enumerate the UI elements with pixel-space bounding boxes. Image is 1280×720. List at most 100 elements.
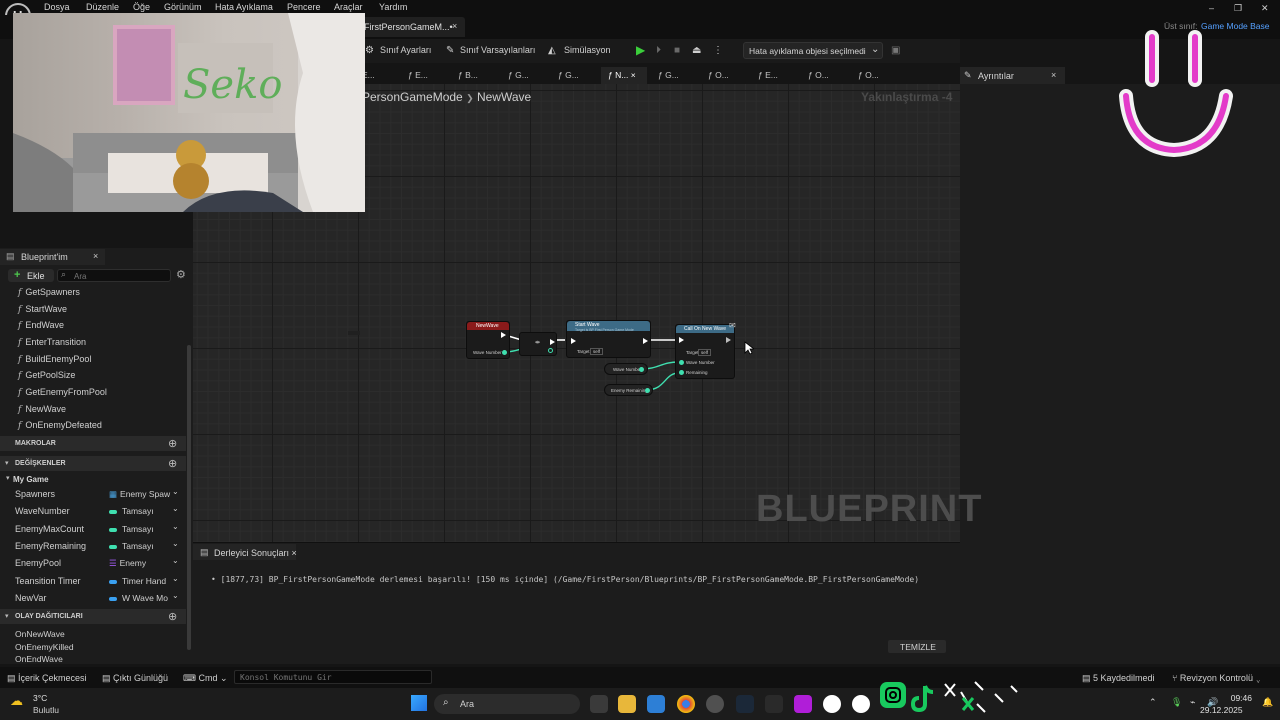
variable-name[interactable]: EnemyRemaining	[15, 541, 86, 551]
file-explorer-icon[interactable]	[618, 695, 636, 713]
variable-name[interactable]: EnemyPool	[15, 558, 61, 568]
variable-name[interactable]: WaveNumber	[15, 506, 70, 516]
class-settings-button[interactable]: Sınıf Ayarları	[380, 45, 431, 55]
gear-icon[interactable]: ⚙	[176, 268, 186, 281]
self-field[interactable]: self	[698, 349, 712, 356]
menu-help[interactable]: Yardım	[379, 2, 407, 12]
function-item[interactable]: f StartWave	[18, 304, 67, 315]
play-icon[interactable]: ▶	[636, 43, 645, 57]
function-item[interactable]: f GetSpawners	[18, 287, 80, 298]
chevron-up-icon[interactable]: ⌃	[1149, 697, 1157, 708]
function-node-call-on-new-wave[interactable]: Call On New Wave Target self Wave Number…	[675, 324, 735, 379]
add-variable-icon[interactable]: ⊕	[168, 457, 177, 470]
menu-file[interactable]: Dosya	[44, 2, 70, 12]
cmd-button[interactable]: ⌨ Cmd ⌄	[183, 673, 228, 684]
graph-tab[interactable]: ƒ E...	[758, 70, 778, 80]
variable-type[interactable]: ▦ Enemy Spaw	[109, 489, 170, 500]
menu-window[interactable]: Pencere	[287, 2, 321, 12]
graph-tab[interactable]: ƒ E...	[408, 70, 428, 80]
menu-edit[interactable]: Düzenle	[86, 2, 119, 12]
epic-games-icon[interactable]	[765, 695, 783, 713]
clock-time[interactable]: 09:46	[1219, 693, 1252, 703]
network-icon[interactable]: ⌁	[1190, 697, 1195, 708]
chevron-down-icon[interactable]: ⌄	[172, 487, 179, 496]
scrollbar[interactable]	[187, 345, 191, 650]
minimize-icon[interactable]: –	[1209, 3, 1214, 13]
reroute-node[interactable]: ⇹	[519, 332, 557, 356]
unreal-engine-icon[interactable]	[852, 695, 870, 713]
variable-name[interactable]: Spawners	[15, 489, 55, 499]
compiler-close-icon[interactable]: ×	[292, 548, 297, 558]
menu-view[interactable]: Görünüm	[164, 2, 202, 12]
dispatcher-item[interactable]: OnNewWave	[15, 629, 65, 639]
chevron-down-icon[interactable]: ⌄	[172, 522, 179, 531]
exec-out-pin[interactable]	[501, 332, 506, 338]
unsaved-button[interactable]: ▤ 5 Kaydedilmedi	[1082, 673, 1155, 684]
variable-category[interactable]: My Game	[13, 475, 49, 484]
chevron-down-icon[interactable]: ⌄	[172, 591, 179, 600]
variable-type[interactable]: W Wave Mo	[109, 593, 168, 603]
app-icon[interactable]	[794, 695, 812, 713]
menu-debug[interactable]: Hata Ayıklama	[215, 2, 273, 12]
steam-icon[interactable]	[736, 695, 754, 713]
chevron-down-icon[interactable]: ⌄	[172, 539, 179, 548]
function-item[interactable]: f GetPoolSize	[18, 370, 75, 381]
menu-asset[interactable]: Öğe	[133, 2, 150, 12]
windows-start-icon[interactable]	[411, 695, 427, 711]
chevron-down-icon[interactable]: ⌄	[172, 556, 179, 565]
simulation-button[interactable]: Simülasyon	[564, 45, 611, 55]
graph-tab[interactable]: ƒ O...	[708, 70, 729, 80]
github-icon[interactable]	[706, 695, 724, 713]
clock-date[interactable]: 29.12.2025	[1200, 705, 1243, 715]
variable-type[interactable]: Tamsayı	[109, 524, 154, 534]
close-icon[interactable]: ✕	[1261, 3, 1269, 14]
search-input[interactable]	[74, 271, 168, 281]
graph-tab[interactable]: ƒ O...	[808, 70, 829, 80]
data-pin[interactable]	[645, 388, 650, 393]
data-pin[interactable]	[502, 350, 507, 355]
variable-type[interactable]: ☰ Enemy	[109, 558, 146, 569]
chevron-down-icon[interactable]: ⌄	[172, 574, 179, 583]
exec-in-pin[interactable]	[679, 337, 684, 343]
variable-type[interactable]: Timer Hand	[109, 576, 166, 586]
microphone-icon[interactable]: 🎙	[1171, 697, 1182, 708]
unreal-engine-icon[interactable]	[823, 695, 841, 713]
task-view-icon[interactable]	[590, 695, 608, 713]
graph-tab[interactable]: ƒ G...	[558, 70, 579, 80]
function-item[interactable]: f BuildEnemyPool	[18, 354, 91, 365]
data-pin[interactable]	[679, 370, 684, 375]
getter-node-wave-number[interactable]: Wave Number	[604, 363, 648, 375]
add-macro-icon[interactable]: ⊕	[168, 437, 177, 450]
function-item[interactable]: f NewWave	[18, 404, 66, 415]
maximize-icon[interactable]: ❐	[1234, 3, 1242, 14]
getter-node-enemy-remaining[interactable]: Enemy Remaining	[604, 384, 653, 396]
debug-browse-icon[interactable]: ▣	[891, 45, 900, 56]
revision-control-button[interactable]: ⑂ Revizyon Kontrolü ⌄	[1172, 673, 1261, 683]
variable-type[interactable]: Tamsayı	[109, 506, 154, 516]
variable-name[interactable]: EnemyMaxCount	[15, 524, 84, 534]
document-tab-close-icon[interactable]: ×	[452, 21, 457, 31]
function-item[interactable]: f EndWave	[18, 320, 64, 331]
graph-tab[interactable]: ƒ B...	[458, 70, 478, 80]
exec-out-pin[interactable]	[550, 339, 555, 345]
graph-tab[interactable]: ƒ G...	[658, 70, 679, 80]
chevron-down-icon[interactable]: ⌄	[172, 504, 179, 513]
graph-tab[interactable]: ƒ O...	[858, 70, 879, 80]
dispatcher-item[interactable]: OnEnemyKilled	[15, 642, 74, 652]
add-dispatcher-icon[interactable]: ⊕	[168, 610, 177, 623]
variable-name[interactable]: NewVar	[15, 593, 46, 603]
dispatcher-item[interactable]: OnEndWave	[15, 654, 63, 664]
function-item[interactable]: f OnEnemyDefeated	[18, 420, 102, 431]
output-log-button[interactable]: ▤ Çıktı Günlüğü	[102, 673, 168, 684]
notification-icon[interactable]: 🔔	[1262, 697, 1273, 708]
data-pin[interactable]	[548, 348, 553, 353]
my-blueprint-close-icon[interactable]: ×	[93, 251, 98, 261]
store-icon[interactable]	[647, 695, 665, 713]
data-pin[interactable]	[679, 360, 684, 365]
class-defaults-button[interactable]: Sınıf Varsayılanları	[460, 45, 535, 55]
exec-out-pin[interactable]	[726, 337, 731, 343]
console-input[interactable]	[240, 672, 426, 682]
graph-tab-newwave[interactable]: ƒ N... ×	[608, 70, 636, 80]
function-node-start-wave[interactable]: Start Wave Target is BP First Person Gam…	[566, 320, 651, 358]
self-field[interactable]: self	[590, 348, 604, 355]
